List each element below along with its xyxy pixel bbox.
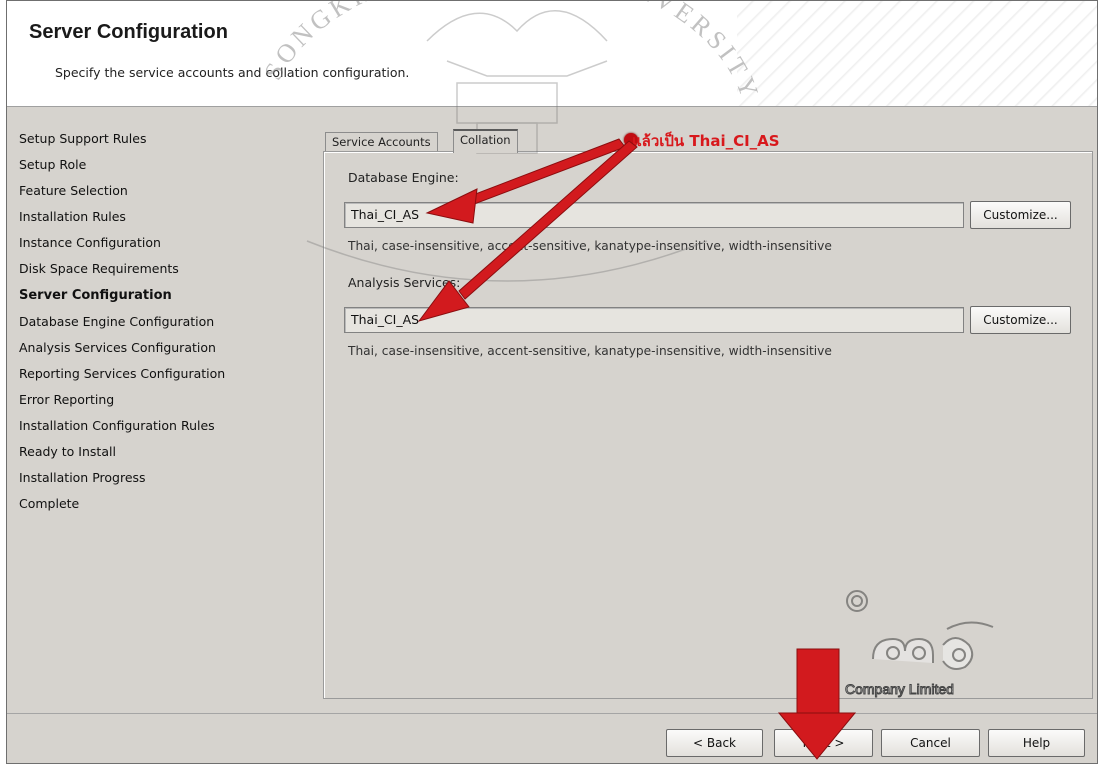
help-button[interactable]: Help (988, 729, 1085, 757)
tab-service-accounts[interactable]: Service Accounts (325, 132, 438, 152)
setup-steps-list: Setup Support Rules Setup Role Feature S… (19, 126, 299, 517)
next-button[interactable]: Next > (774, 729, 873, 757)
step-setup-role[interactable]: Setup Role (19, 152, 299, 178)
analysis-services-collation-field[interactable]: Thai_CI_AS (344, 307, 964, 333)
analysis-services-collation-description: Thai, case-insensitive, accent-sensitive… (348, 344, 832, 358)
step-feature-selection[interactable]: Feature Selection (19, 178, 299, 204)
database-engine-customize-button[interactable]: Customize... (970, 201, 1071, 229)
analysis-services-label: Analysis Services: (348, 275, 461, 290)
step-disk-space-requirements[interactable]: Disk Space Requirements (19, 256, 299, 282)
step-analysis-services-configuration[interactable]: Analysis Services Configuration (19, 335, 299, 361)
step-server-configuration[interactable]: Server Configuration (19, 283, 299, 309)
step-error-reporting[interactable]: Error Reporting (19, 387, 299, 413)
page-header: Server Configuration Specify the service… (7, 1, 1097, 107)
step-reporting-services-configuration[interactable]: Reporting Services Configuration (19, 361, 299, 387)
tab-collation[interactable]: Collation (453, 129, 518, 153)
database-engine-label: Database Engine: (348, 170, 459, 185)
cancel-button[interactable]: Cancel (881, 729, 980, 757)
header-pattern (737, 1, 1097, 106)
page-title: Server Configuration (29, 21, 228, 43)
company-watermark-text: Company Limited (845, 681, 955, 698)
annotation-label: แล้วเป็น Thai_CI_AS (632, 132, 780, 150)
step-installation-configuration-rules[interactable]: Installation Configuration Rules (19, 413, 299, 439)
analysis-services-customize-button[interactable]: Customize... (970, 306, 1071, 334)
step-installation-rules[interactable]: Installation Rules (19, 204, 299, 230)
step-installation-progress[interactable]: Installation Progress (19, 465, 299, 491)
setup-window: Server Configuration Specify the service… (6, 0, 1098, 764)
step-complete[interactable]: Complete (19, 491, 299, 517)
wizard-footer: < Back Next > Cancel Help (7, 713, 1097, 763)
step-instance-configuration[interactable]: Instance Configuration (19, 230, 299, 256)
step-database-engine-configuration[interactable]: Database Engine Configuration (19, 309, 299, 335)
step-ready-to-install[interactable]: Ready to Install (19, 439, 299, 465)
page-subtitle: Specify the service accounts and collati… (55, 65, 410, 80)
step-setup-support-rules[interactable]: Setup Support Rules (19, 126, 299, 152)
back-button[interactable]: < Back (666, 729, 763, 757)
database-engine-collation-description: Thai, case-insensitive, accent-sensitive… (348, 239, 832, 253)
database-engine-collation-field[interactable]: Thai_CI_AS (344, 202, 964, 228)
